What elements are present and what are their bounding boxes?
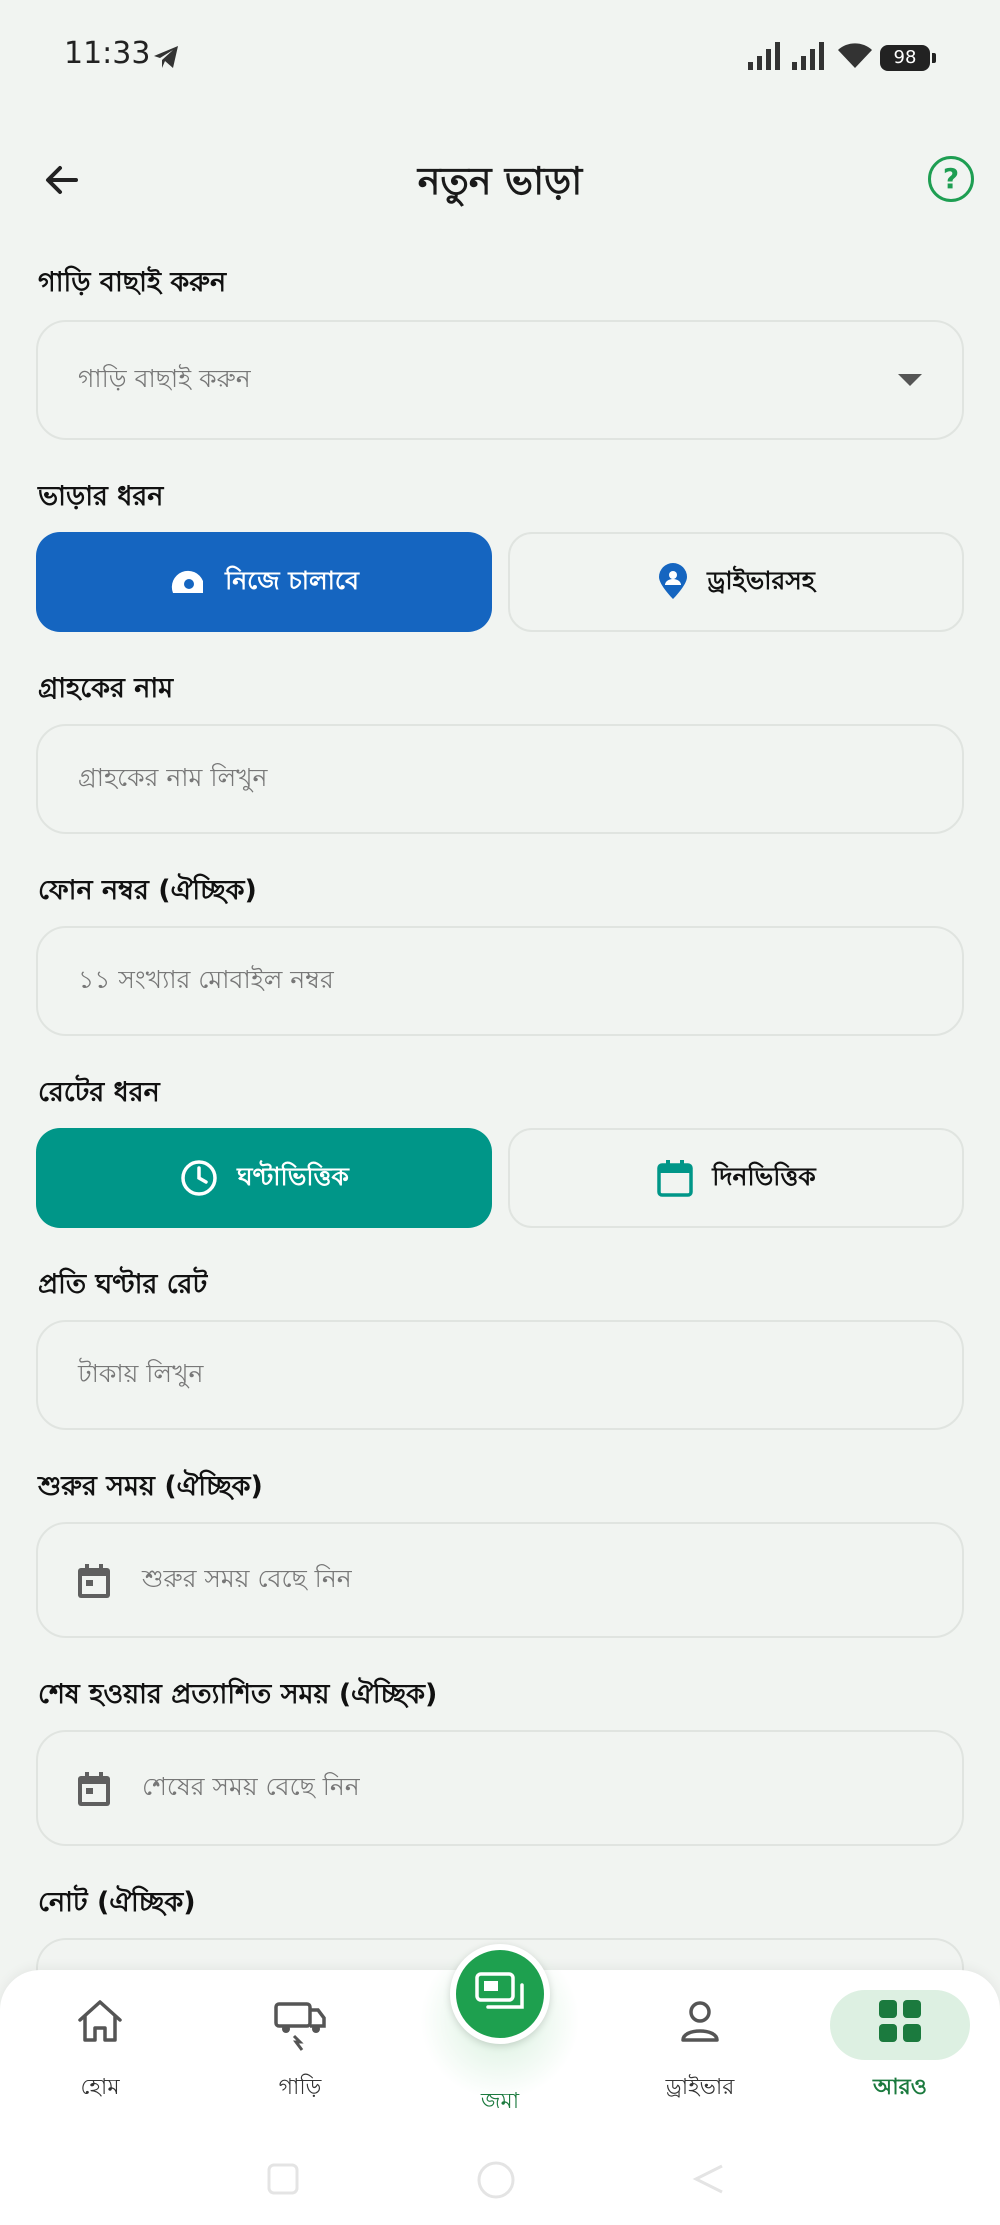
start-time-label: শুরুর সময় (ঐচ্ছিক) (38, 1471, 263, 1502)
rate-input[interactable]: টাকায় লিখুন (36, 1320, 964, 1430)
nav-driver[interactable]: ড্রাইভার (625, 1970, 775, 2120)
customer-name-label: গ্রাহকের নাম (38, 673, 174, 704)
start-time-placeholder: শুরুর সময় বেছে নিন (142, 1563, 352, 1593)
rental-type-label: ভাড়ার ধরন (38, 481, 164, 512)
system-navigation-bar (0, 2120, 1000, 2225)
dropdown-caret-icon (898, 374, 922, 386)
daily-option[interactable]: দিনভিত্তিক (508, 1128, 964, 1228)
page-title: নতুন ভাড়া (417, 159, 583, 203)
with-driver-option[interactable]: ড্রাইভারসহ (508, 532, 964, 632)
recents-icon[interactable] (266, 2162, 300, 2200)
hourly-option[interactable]: ঘণ্টাভিত্তিক (36, 1128, 492, 1228)
rate-label: প্রতি ঘণ্টার রেট (38, 1269, 208, 1300)
self-drive-label: নিজে চালাবে (225, 565, 359, 595)
vehicle-placeholder: গাড়ি বাছাই করুন (78, 363, 251, 393)
nav-more-label: আরও (873, 2075, 927, 2100)
status-time: 11:33 (64, 36, 151, 71)
with-driver-label: ড্রাইভারসহ (707, 565, 815, 595)
nav-deposit[interactable]: জমা (425, 1970, 575, 2120)
nav-home[interactable]: হোম (25, 1970, 175, 2120)
vehicle-select[interactable]: গাড়ি বাছাই করুন (36, 320, 964, 440)
calendar-icon (76, 1562, 112, 1604)
hourly-label: ঘণ্টাভিত্তিক (237, 1161, 349, 1191)
customer-name-input[interactable]: গ্রাহকের নাম লিখুন (36, 724, 964, 834)
self-drive-option[interactable]: নিজে চালাবে (36, 532, 492, 632)
driver-pin-icon (657, 563, 689, 601)
daily-label: দিনভিত্তিক (712, 1161, 816, 1191)
end-time-picker[interactable]: শেষের সময় বেছে নিন (36, 1730, 964, 1846)
bottom-navigation: হোম গাড়ি জমা ড্রাইভার আরও (0, 1940, 1000, 2120)
status-bar: 11:33 98 (0, 0, 1000, 112)
wifi-icon (836, 40, 874, 74)
rate-placeholder: টাকায় লিখুন (78, 1358, 204, 1388)
grid-icon (877, 1998, 923, 2048)
car-transfer-icon (272, 1998, 328, 2056)
phone-input[interactable]: ১১ সংখ্যার মোবাইল নম্বর (36, 926, 964, 1036)
telegram-icon (152, 44, 180, 74)
home-icon (75, 1998, 125, 2048)
calendar-icon (656, 1158, 694, 1198)
phone-label: ফোন নম্বর (ঐচ্ছিক) (38, 875, 257, 906)
signal-icon-2 (792, 40, 828, 74)
app-bar: নতুন ভাড়া ? (0, 140, 1000, 220)
back-nav-icon[interactable] (692, 2162, 726, 2200)
start-time-picker[interactable]: শুরুর সময় বেছে নিন (36, 1522, 964, 1638)
person-icon (677, 1998, 723, 2048)
battery-indicator: 98 (880, 45, 936, 71)
nav-vehicles-label: গাড়ি (278, 2075, 322, 2100)
end-time-label: শেষ হওয়ার প্রত্যাশিত সময় (ঐচ্ছিক) (38, 1679, 438, 1710)
nav-more[interactable]: আরও (825, 1970, 975, 2120)
clock-icon (179, 1158, 219, 1198)
nav-driver-label: ড্রাইভার (665, 2075, 735, 2100)
nav-deposit-label: জমা (480, 2089, 520, 2114)
nav-vehicles[interactable]: গাড়ি (225, 1970, 375, 2120)
customer-name-placeholder: গ্রাহকের নাম লিখুন (78, 762, 268, 792)
help-icon[interactable]: ? (928, 156, 974, 202)
end-time-placeholder: শেষের সময় বেছে নিন (142, 1771, 360, 1801)
note-label: নোট (ঐচ্ছিক) (38, 1887, 196, 1918)
nav-home-label: হোম (80, 2075, 120, 2100)
steering-icon (169, 567, 207, 597)
vehicle-label: গাড়ি বাছাই করুন (38, 267, 227, 298)
home-circle-icon[interactable] (476, 2160, 516, 2204)
signal-icon (748, 40, 784, 74)
phone-placeholder: ১১ সংখ্যার মোবাইল নম্বর (78, 964, 334, 994)
calendar-icon (76, 1770, 112, 1812)
rate-type-label: রেটের ধরন (38, 1077, 160, 1108)
